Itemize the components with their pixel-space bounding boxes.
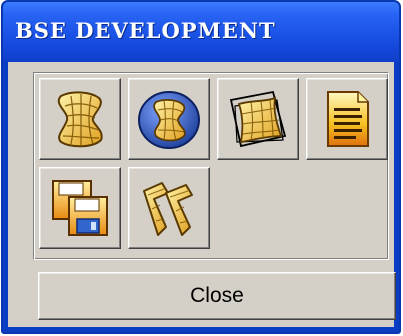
close-button[interactable]: Close bbox=[38, 272, 396, 320]
surface-on-disk-button[interactable] bbox=[128, 78, 210, 160]
surface-patch-icon bbox=[57, 91, 103, 148]
window-client-area: Close bbox=[8, 62, 396, 327]
document-button[interactable] bbox=[306, 78, 388, 160]
surface-in-frame-icon bbox=[229, 90, 287, 148]
surface-on-disk-icon bbox=[138, 91, 200, 149]
title-bar[interactable]: BSE DEVELOPMENT bbox=[3, 2, 399, 62]
floppy-disk-icon bbox=[52, 180, 108, 236]
window-title: BSE DEVELOPMENT bbox=[15, 18, 276, 43]
save-files-button[interactable] bbox=[39, 167, 121, 249]
chevron-surfaces-button[interactable] bbox=[128, 167, 210, 249]
document-icon bbox=[327, 91, 369, 147]
chevron-surfaces-icon bbox=[143, 182, 193, 236]
surface-in-frame-button[interactable] bbox=[217, 78, 299, 160]
tool-button-group bbox=[33, 72, 389, 260]
bse-development-window: BSE DEVELOPMENT Close bbox=[1, 0, 401, 334]
surface-patch-button[interactable] bbox=[39, 78, 121, 160]
